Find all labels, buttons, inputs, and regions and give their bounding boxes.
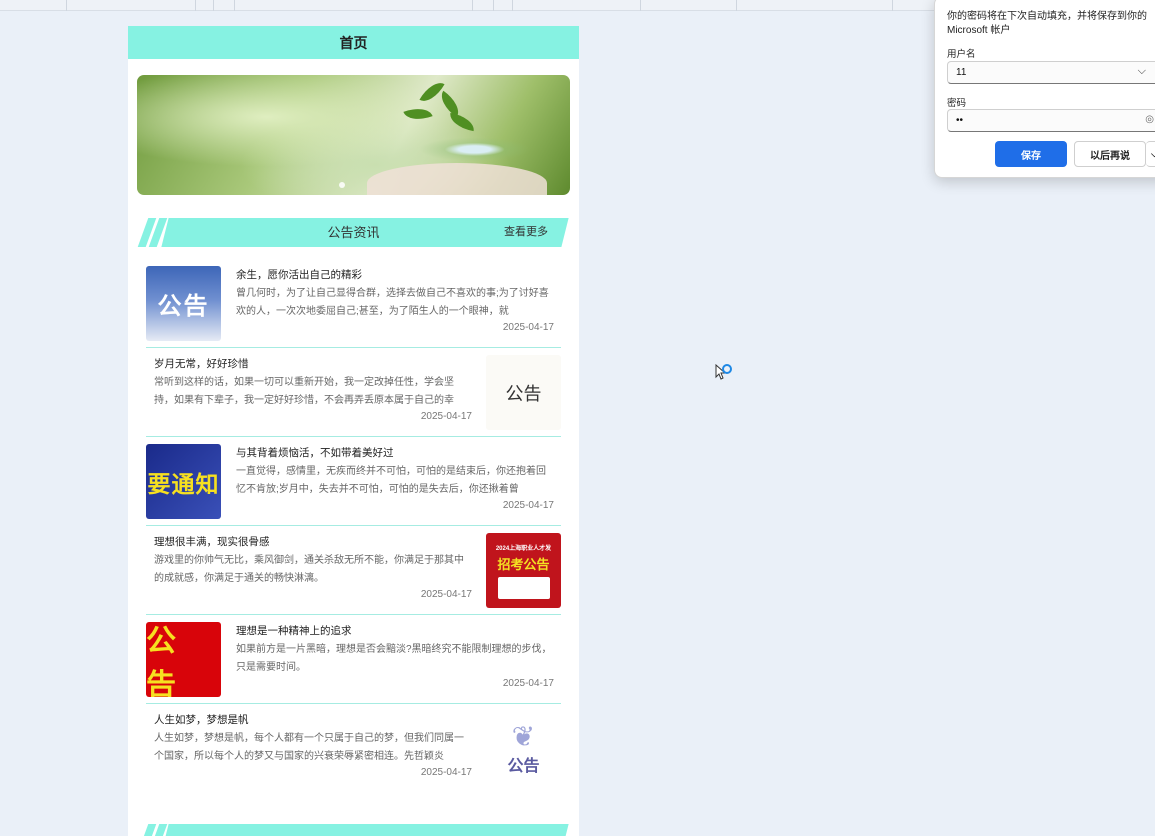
list-item[interactable]: 公告 岁月无常，好好珍惜 常听到这样的话，如果一切可以重新开始，我一定改掉任性，…	[146, 348, 561, 437]
notice-summary: 曾几何时，为了让自己显得合群，选择去做自己不喜欢的事;为了讨好喜欢的人，一次次地…	[236, 288, 549, 317]
notice-thumbnail: 公 告	[146, 622, 221, 697]
notice-summary: 一直觉得，感情里，无疾而终并不可怕，可怕的是结束后，你还抱着回忆不肯放;岁月中，…	[236, 466, 546, 495]
notice-thumbnail: 2024上海职业人才发 招考公告	[486, 533, 561, 608]
username-label: 用户名	[947, 49, 976, 60]
section-header-notices: 公告资讯 查看更多	[137, 218, 570, 247]
notice-summary: 人生如梦，梦想是帆，每个人都有一个只属于自己的梦，但我们同属一个国家，所以每个人…	[154, 733, 464, 762]
notice-thumbnail: 公告	[486, 355, 561, 430]
mobile-preview: 首页 公告资讯 查看更多 公告 余生，愿你活出自己的精彩 曾几何时，为了让自己显…	[128, 26, 579, 836]
save-button[interactable]: 保存	[995, 141, 1067, 167]
save-password-dialog: 你的密码将在下次自动填充，并将保存到你的 Microsoft 帐户 用户名 11…	[934, 0, 1155, 178]
notice-summary: 如果前方是一片黑暗，理想是否会黯淡?黑暗终究不能限制理想的步伐，只是需要时间。	[236, 644, 552, 673]
password-label: 密码	[947, 98, 967, 109]
list-item[interactable]: ❦ 公告 人生如梦，梦想是帆 人生如梦，梦想是帆，每个人都有一个只属于自己的梦，…	[146, 704, 561, 793]
notice-summary: 游戏里的你帅气无比，乘风御剑，通关杀敌无所不能，你满足于那其中的成就感，你满足于…	[154, 555, 464, 584]
view-more-link[interactable]: 查看更多	[504, 218, 548, 247]
notice-date: 2025-04-17	[502, 500, 554, 511]
notice-date: 2025-04-17	[502, 678, 554, 689]
notice-summary: 常听到这样的话，如果一切可以重新开始，我一定改掉任性，学会坚持，如果有下辈子，我…	[154, 377, 454, 406]
busy-cursor-icon	[715, 364, 732, 380]
notice-title: 岁月无常，好好珍惜	[154, 358, 249, 370]
notice-list: 公告 余生，愿你活出自己的精彩 曾几何时，为了让自己显得合群，选择去做自己不喜欢…	[146, 259, 561, 793]
notice-title: 理想很丰满，现实很骨感	[154, 536, 270, 548]
dialog-message: 你的密码将在下次自动填充，并将保存到你的 Microsoft 帐户	[947, 11, 1147, 36]
notice-thumbnail: 要通知	[146, 444, 221, 519]
notice-title: 理想是一种精神上的追求	[236, 625, 352, 637]
password-field[interactable]: •• ◎	[947, 109, 1155, 132]
notice-thumbnail: 公告	[146, 266, 221, 341]
page-title: 首页	[128, 26, 579, 59]
notice-date: 2025-04-17	[420, 411, 472, 422]
butterfly-icon: ❦	[511, 720, 536, 752]
notice-title: 人生如梦，梦想是帆	[154, 714, 249, 726]
list-item[interactable]: 公告 余生，愿你活出自己的精彩 曾几何时，为了让自己显得合群，选择去做自己不喜欢…	[146, 259, 561, 348]
list-item[interactable]: 要通知 与其背着烦恼活，不如带着美好过 一直觉得，感情里，无疾而终并不可怕，可怕…	[146, 437, 561, 526]
section-header-next	[137, 824, 570, 836]
not-now-button[interactable]: 以后再说	[1074, 141, 1146, 167]
chevron-down-icon[interactable]: ⌵	[1138, 65, 1146, 78]
notice-date: 2025-04-17	[420, 589, 472, 600]
notice-date: 2025-04-17	[420, 767, 472, 778]
notice-title: 余生，愿你活出自己的精彩	[236, 269, 362, 281]
banner-carousel[interactable]	[137, 75, 570, 195]
chevron-down-icon[interactable]: ⌵	[1146, 141, 1155, 167]
notice-title: 与其背着烦恼活，不如带着美好过	[236, 447, 394, 459]
reveal-password-icon[interactable]: ◎	[1145, 114, 1154, 125]
notice-thumbnail: ❦ 公告	[486, 711, 561, 786]
carousel-indicator-dot[interactable]	[339, 182, 345, 188]
list-item[interactable]: 2024上海职业人才发 招考公告 理想很丰满，现实很骨感 游戏里的你帅气无比，乘…	[146, 526, 561, 615]
notice-date: 2025-04-17	[502, 322, 554, 333]
username-select[interactable]: 11 ⌵	[947, 61, 1155, 84]
list-item[interactable]: 公 告 理想是一种精神上的追求 如果前方是一片黑暗，理想是否会黯淡?黑暗终究不能…	[146, 615, 561, 704]
